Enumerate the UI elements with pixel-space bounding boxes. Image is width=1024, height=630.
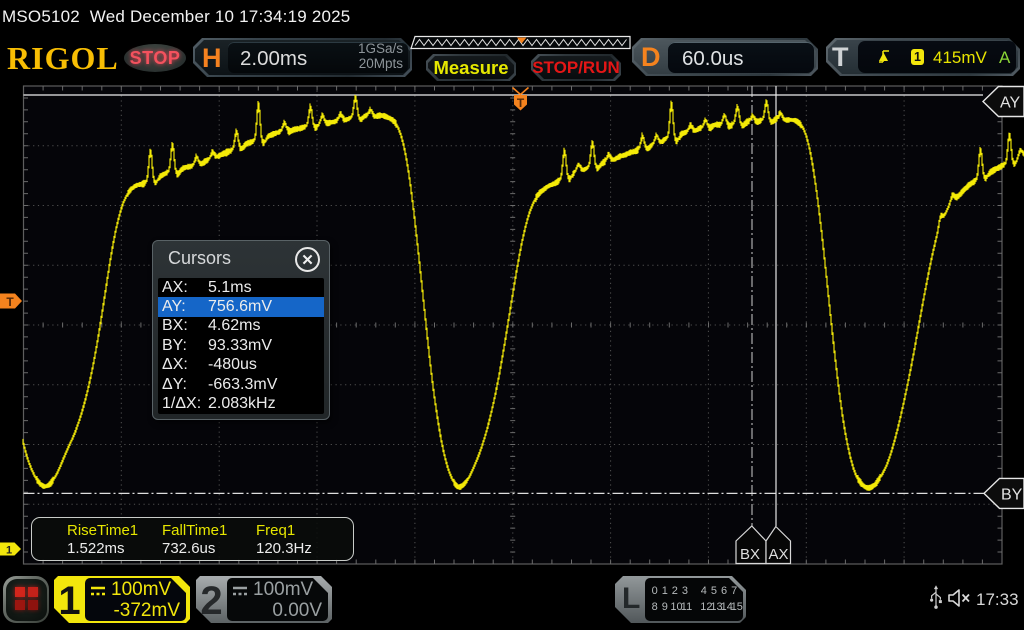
svg-text:AY: AY — [1000, 95, 1020, 112]
svg-text:AX: AX — [769, 546, 789, 563]
svg-text:BX: BX — [740, 546, 760, 563]
svg-text:T: T — [6, 295, 14, 309]
svg-text:BY: BY — [1001, 487, 1023, 504]
svg-text:1: 1 — [6, 545, 12, 557]
svg-text:T: T — [517, 96, 525, 110]
